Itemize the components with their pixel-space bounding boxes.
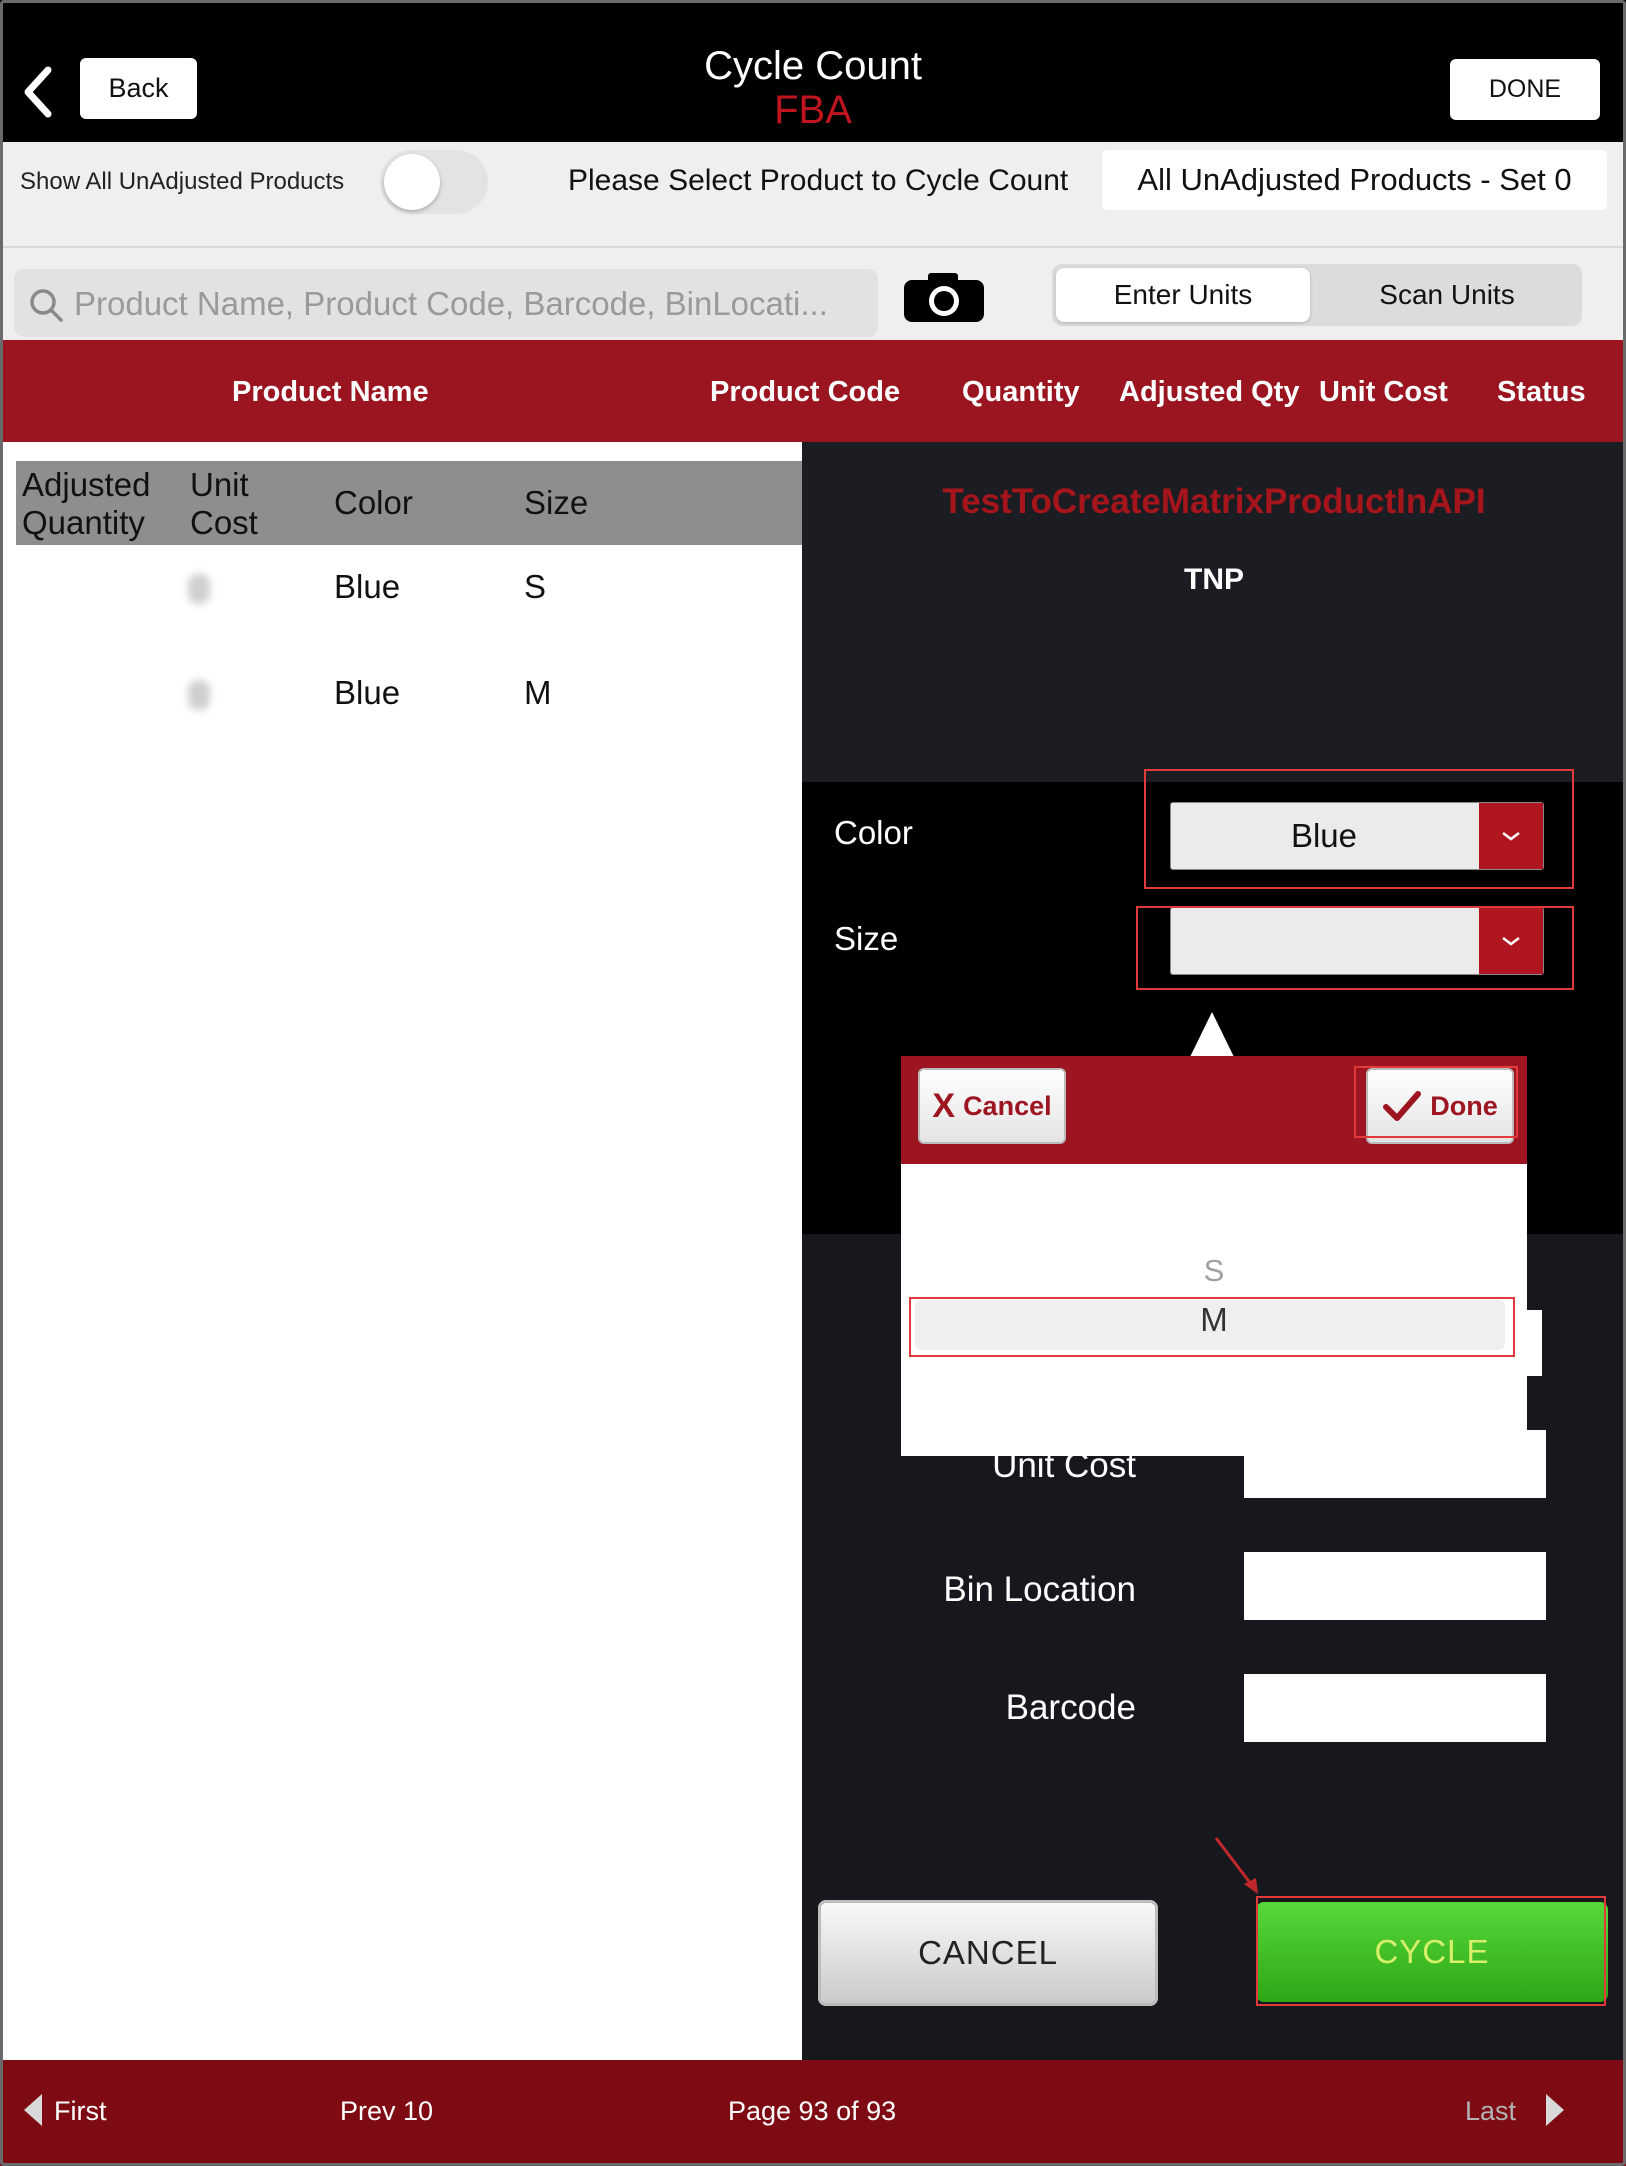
tab-enter-units[interactable]: Enter Units <box>1056 268 1310 322</box>
highlight-box <box>1136 906 1574 990</box>
column-unit-cost[interactable]: Unit Cost <box>1319 376 1448 409</box>
barcode-label: Barcode <box>1005 1688 1136 1727</box>
highlight-box <box>1144 769 1574 889</box>
column-adjusted-qty[interactable]: Adjusted Qty <box>1119 376 1299 409</box>
column-status[interactable]: Status <box>1497 376 1586 409</box>
highlight-box <box>909 1297 1515 1357</box>
page-indicator: Page 93 of 93 <box>728 2096 897 2126</box>
search-input[interactable] <box>74 274 864 334</box>
variant-panel <box>16 442 802 2038</box>
bin-location-label: Bin Location <box>943 1570 1136 1609</box>
picker-option[interactable]: S <box>901 1253 1527 1289</box>
first-button[interactable]: First <box>54 2096 106 2127</box>
show-unadjusted-toggle[interactable] <box>380 150 488 214</box>
color-label: Color <box>834 814 913 851</box>
blurred-unit-cost <box>188 680 210 710</box>
highlight-box <box>1354 1066 1518 1138</box>
header-color: Color <box>334 484 413 521</box>
popover-arrow <box>1190 1012 1234 1057</box>
product-code: TNP <box>1184 563 1244 596</box>
product-set-select[interactable]: All UnAdjusted Products - Set 0 <box>1102 150 1607 210</box>
row-size: S <box>524 568 547 605</box>
camera-icon[interactable] <box>902 270 986 324</box>
page-title: Cycle Count <box>704 44 922 88</box>
picker-cancel-button[interactable]: X Cancel <box>918 1068 1066 1144</box>
last-button[interactable]: Last <box>1465 2096 1516 2127</box>
column-product-code[interactable]: Product Code <box>710 376 900 409</box>
blurred-unit-cost <box>188 574 210 604</box>
size-label: Size <box>834 920 899 957</box>
cancel-button[interactable]: CANCEL <box>818 1900 1158 2006</box>
first-arrow-icon[interactable] <box>22 2092 44 2128</box>
header-adjusted-quantity: Adjusted Quantity <box>22 466 151 541</box>
show-unadjusted-label: Show All UnAdjusted Products <box>20 168 345 195</box>
row-size: M <box>524 674 552 711</box>
tab-scan-units[interactable]: Scan Units <box>1316 268 1578 322</box>
x-icon: X <box>932 1086 956 1125</box>
column-quantity[interactable]: Quantity <box>962 376 1080 409</box>
header-size: Size <box>524 484 589 521</box>
arrow-annotation-icon <box>1214 1837 1258 1894</box>
row-color: Blue <box>334 674 401 711</box>
column-product-name[interactable]: Product Name <box>232 376 429 409</box>
bin-location-field[interactable] <box>1244 1552 1546 1620</box>
done-button[interactable]: DONE <box>1450 59 1600 120</box>
highlight-box <box>1256 1896 1606 2006</box>
search-icon <box>30 289 63 322</box>
header-unit-cost: Unit Cost <box>190 466 258 541</box>
page-subtitle: FBA <box>774 88 852 132</box>
barcode-field[interactable] <box>1244 1674 1546 1742</box>
toggle-knob <box>384 154 440 210</box>
row-color: Blue <box>334 568 401 605</box>
prev-10-button[interactable]: Prev 10 <box>340 2096 433 2127</box>
product-name: TestToCreateMatrixProductInAPI <box>942 482 1486 521</box>
select-product-prompt: Please Select Product to Cycle Count <box>568 164 1069 197</box>
last-arrow-icon[interactable] <box>1544 2092 1566 2128</box>
